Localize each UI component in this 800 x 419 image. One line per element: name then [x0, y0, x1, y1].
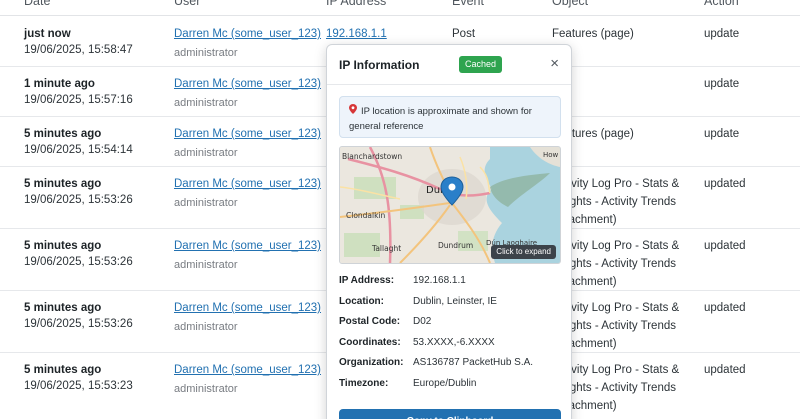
detail-value: Europe/Dublin	[413, 377, 477, 389]
detail-value: Dublin, Leinster, IE	[413, 295, 497, 307]
user-role: administrator	[174, 197, 238, 209]
object-cell: Activity Log Pro - Stats & Insights - Ac…	[552, 178, 680, 226]
timestamp: 19/06/2025, 15:53:26	[24, 256, 133, 268]
user-link[interactable]: Darren Mc (some_user_123)	[174, 26, 321, 42]
detail-row-ip: IP Address: 192.168.1.1	[339, 273, 561, 294]
location-notice: IP location is approximate and shown for…	[339, 96, 561, 138]
detail-label: IP Address:	[339, 275, 395, 286]
object-cell: Features (page)	[552, 128, 634, 140]
detail-row-location: Location: Dublin, Leinster, IE	[339, 294, 561, 315]
detail-label: Coordinates:	[339, 336, 401, 348]
map-label-dundrum: Dundrum	[438, 241, 473, 250]
popup-title: IP Information	[339, 58, 420, 72]
relative-time: 5 minutes ago	[24, 178, 102, 190]
user-cell: Darren Mc (some_user_123) administrator	[174, 26, 321, 61]
timestamp: 19/06/2025, 15:53:26	[24, 194, 133, 206]
column-header-ip[interactable]: IP Address	[326, 0, 386, 8]
detail-label: Timezone:	[339, 377, 389, 389]
close-icon[interactable]: ×	[550, 55, 559, 73]
detail-row-postal-code: Postal Code: D02	[339, 314, 561, 335]
timestamp: 19/06/2025, 15:58:47	[24, 44, 133, 56]
copy-to-clipboard-button[interactable]: Copy to Clipboard	[339, 409, 561, 419]
event-cell: Post	[452, 28, 476, 40]
user-role: administrator	[174, 147, 238, 159]
column-header-user[interactable]: User	[174, 0, 200, 8]
map-label-howth: How	[543, 151, 559, 159]
action-cell: updated	[704, 302, 746, 314]
date-cell: 5 minutes ago 19/06/2025, 15:53:26	[24, 238, 133, 270]
date-cell: just now 19/06/2025, 15:58:47	[24, 26, 133, 58]
relative-time: 5 minutes ago	[24, 128, 102, 140]
user-cell: Darren Mc (some_user_123) administrator	[174, 300, 321, 335]
detail-label: Location:	[339, 295, 384, 307]
user-link[interactable]: Darren Mc (some_user_123)	[174, 362, 321, 378]
action-cell: update	[704, 128, 740, 140]
detail-value: 53.XXXX,-6.XXXX	[413, 336, 495, 348]
user-cell: Darren Mc (some_user_123) administrator	[174, 362, 321, 397]
timestamp: 19/06/2025, 15:53:26	[24, 318, 133, 330]
timestamp: 19/06/2025, 15:53:23	[24, 380, 133, 392]
user-cell: Darren Mc (some_user_123) administrator	[174, 176, 321, 211]
detail-label: Organization:	[339, 357, 404, 368]
column-header-object[interactable]: Object	[552, 0, 588, 8]
map-label-tallaght: Tallaght	[371, 244, 401, 253]
date-cell: 5 minutes ago 19/06/2025, 15:53:26	[24, 176, 133, 208]
map-label-blanchardstown: Blanchardstown	[342, 152, 402, 161]
user-link[interactable]: Darren Mc (some_user_123)	[174, 238, 321, 254]
detail-value: D02	[413, 316, 432, 327]
user-role: administrator	[174, 383, 238, 395]
user-role: administrator	[174, 47, 238, 59]
detail-label: Postal Code:	[339, 316, 401, 327]
user-role: administrator	[174, 97, 238, 109]
object-cell: Activity Log Pro - Stats & Insights - Ac…	[552, 302, 680, 350]
action-cell: updated	[704, 240, 746, 252]
column-header-action[interactable]: Action	[704, 0, 739, 8]
detail-row-coordinates: Coordinates: 53.XXXX,-6.XXXX	[339, 335, 561, 356]
map-label-clondalkin: Clondalkin	[346, 211, 386, 220]
user-role: administrator	[174, 321, 238, 333]
location-map[interactable]: Blanchardstown How Dublin Clondalkin Tal…	[339, 146, 561, 264]
user-cell: Darren Mc (some_user_123) administrator	[174, 126, 321, 161]
detail-value: AS136787 PacketHub S.A.	[413, 357, 534, 368]
action-cell: updated	[704, 364, 746, 376]
table-header: Date User IP Address Event Object Action	[0, 0, 800, 16]
popup-header: IP Information Cached ×	[327, 45, 571, 85]
detail-row-organization: Organization: AS136787 PacketHub S.A.	[339, 355, 561, 376]
relative-time: 1 minute ago	[24, 78, 95, 90]
map-expand-tooltip: Click to expand	[491, 245, 556, 259]
action-cell: updated	[704, 178, 746, 190]
relative-time: 5 minutes ago	[24, 240, 102, 252]
detail-value: 192.168.1.1	[413, 275, 466, 286]
date-cell: 1 minute ago 19/06/2025, 15:57:16	[24, 76, 133, 108]
date-cell: 5 minutes ago 19/06/2025, 15:53:26	[24, 300, 133, 332]
user-cell: Darren Mc (some_user_123) administrator	[174, 76, 321, 111]
user-link[interactable]: Darren Mc (some_user_123)	[174, 126, 321, 142]
date-cell: 5 minutes ago 19/06/2025, 15:53:23	[24, 362, 133, 394]
user-link[interactable]: Darren Mc (some_user_123)	[174, 300, 321, 316]
ip-details: IP Address: 192.168.1.1 Location: Dublin…	[339, 273, 561, 396]
object-cell: Activity Log Pro - Stats & Insights - Ac…	[552, 240, 680, 288]
ip-info-popup: IP Information Cached × IP location is a…	[326, 44, 572, 419]
ip-link[interactable]: 192.168.1.1	[326, 26, 387, 42]
user-link[interactable]: Darren Mc (some_user_123)	[174, 76, 321, 92]
notice-text: IP location is approximate and shown for…	[349, 106, 532, 132]
date-cell: 5 minutes ago 19/06/2025, 15:54:14	[24, 126, 133, 158]
object-cell: Features (page)	[552, 28, 634, 40]
column-header-event[interactable]: Event	[452, 0, 484, 8]
action-cell: update	[704, 78, 740, 90]
object-cell: Activity Log Pro - Stats & Insights - Ac…	[552, 364, 680, 412]
action-cell: update	[704, 28, 740, 40]
relative-time: 5 minutes ago	[24, 364, 102, 376]
cached-badge: Cached	[459, 56, 503, 73]
detail-row-timezone: Timezone: Europe/Dublin	[339, 376, 561, 397]
timestamp: 19/06/2025, 15:57:16	[24, 94, 133, 106]
relative-time: just now	[24, 28, 71, 40]
user-role: administrator	[174, 259, 238, 271]
user-cell: Darren Mc (some_user_123) administrator	[174, 238, 321, 273]
column-header-date[interactable]: Date	[24, 0, 50, 8]
relative-time: 5 minutes ago	[24, 302, 102, 314]
timestamp: 19/06/2025, 15:54:14	[24, 144, 133, 156]
user-link[interactable]: Darren Mc (some_user_123)	[174, 176, 321, 192]
